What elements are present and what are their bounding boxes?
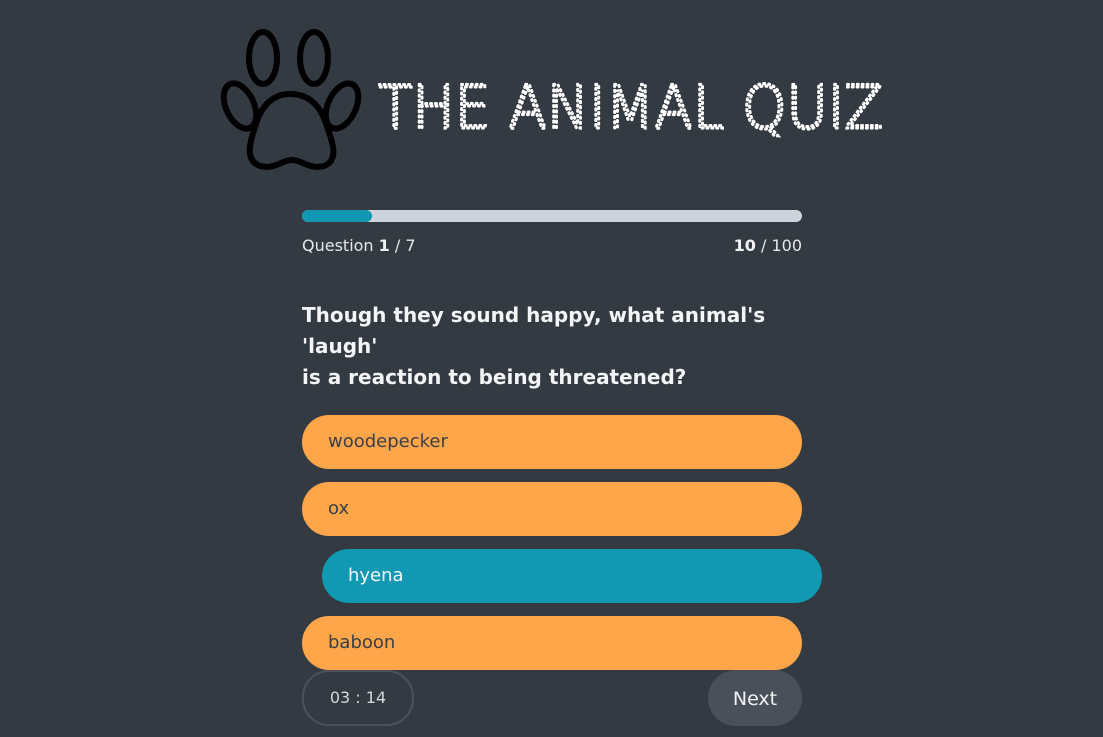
answer-option-ox[interactable]: ox bbox=[302, 482, 802, 536]
svg-text:THE ANIMAL QUIZ: THE ANIMAL QUIZ bbox=[378, 73, 883, 138]
progress-fill bbox=[302, 210, 372, 222]
quiz-footer: 03 : 14 Next bbox=[302, 670, 802, 726]
next-button[interactable]: Next bbox=[708, 670, 802, 726]
progress-meta: Question 1 / 7 10 / 100 bbox=[302, 236, 802, 256]
header: THE ANIMAL QUIZ bbox=[220, 28, 890, 173]
answer-option-hyena[interactable]: hyena bbox=[322, 549, 822, 603]
question-counter: Question 1 / 7 bbox=[302, 236, 416, 255]
progress-bar bbox=[302, 210, 802, 222]
paw-icon bbox=[220, 29, 362, 170]
quiz-panel: Question 1 / 7 10 / 100 Though they soun… bbox=[302, 210, 822, 683]
answer-option-baboon[interactable]: baboon bbox=[302, 616, 802, 670]
logo-title: THE ANIMAL QUIZ bbox=[378, 71, 885, 138]
answer-list: woodepecker ox hyena baboon bbox=[302, 415, 822, 670]
question-text: Though they sound happy, what animal's '… bbox=[302, 303, 766, 389]
quiz-page: THE ANIMAL QUIZ Question 1 / 7 10 / 100 … bbox=[0, 0, 1103, 737]
countdown-timer: 03 : 14 bbox=[302, 670, 414, 726]
answer-option-woodepecker[interactable]: woodepecker bbox=[302, 415, 802, 469]
score-counter: 10 / 100 bbox=[733, 236, 802, 255]
